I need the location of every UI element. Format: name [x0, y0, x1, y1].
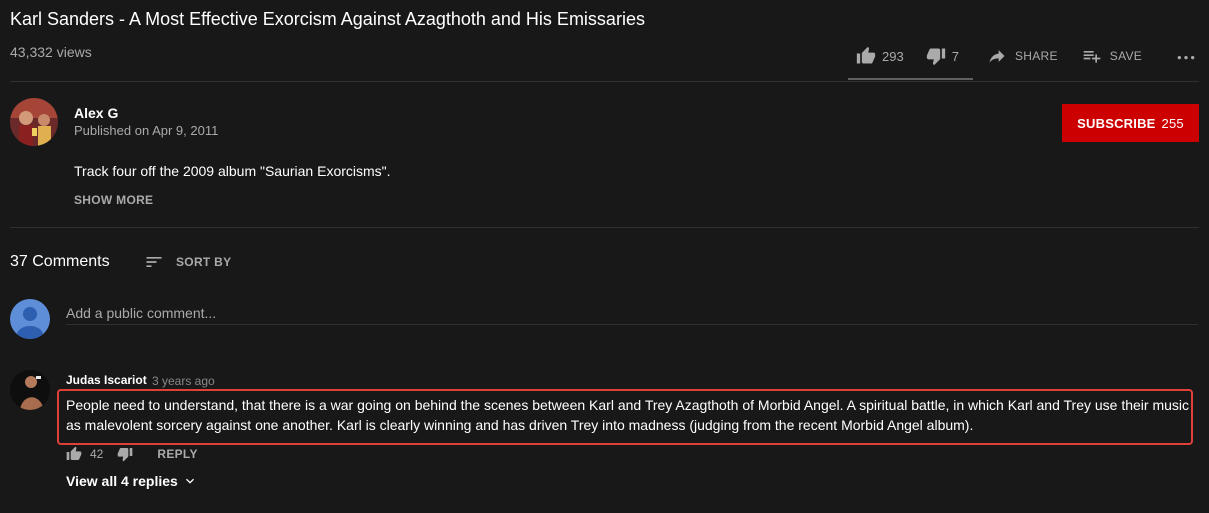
- thumb-down-icon: [118, 448, 133, 462]
- comment-actions: 42 REPLY: [66, 446, 198, 462]
- add-comment-input[interactable]: [66, 301, 1198, 325]
- share-label: SHARE: [1014, 49, 1058, 63]
- more-icon: [1177, 56, 1195, 60]
- like-button[interactable]: 293: [856, 42, 904, 70]
- thumb-down-icon: [926, 48, 945, 66]
- dislike-count: 7: [951, 48, 959, 64]
- more-actions-button[interactable]: [1176, 42, 1196, 70]
- save-button[interactable]: SAVE: [1082, 42, 1142, 70]
- sort-icon: [146, 257, 162, 267]
- share-button[interactable]: SHARE: [987, 42, 1058, 70]
- publish-date: Published on Apr 9, 2011: [74, 123, 219, 138]
- user-avatar: [10, 299, 50, 339]
- share-icon: [989, 50, 1005, 63]
- show-more-button[interactable]: SHOW MORE: [74, 193, 153, 207]
- divider: [10, 227, 1199, 228]
- comment-dislike-button[interactable]: [117, 446, 133, 462]
- comment-like-count: 42: [90, 447, 104, 461]
- comment-timestamp[interactable]: 3 years ago: [152, 374, 215, 388]
- comment-author[interactable]: Judas Iscariot: [66, 373, 147, 387]
- channel-name[interactable]: Alex G: [74, 105, 118, 121]
- comment-author-avatar[interactable]: [10, 370, 50, 410]
- dislike-button[interactable]: 7: [926, 42, 959, 70]
- sort-label: SORT BY: [176, 255, 232, 269]
- view-replies-label: View all 4 replies: [66, 473, 178, 489]
- video-description: Track four off the 2009 album "Saurian E…: [74, 163, 391, 179]
- subscribe-button[interactable]: SUBSCRIBE 255: [1062, 104, 1199, 142]
- channel-avatar[interactable]: [10, 98, 58, 146]
- video-actions: 293 7 SHARE SAVE: [848, 42, 1196, 70]
- thumb-up-icon: [856, 46, 876, 64]
- comments-count: 37 Comments: [10, 253, 110, 270]
- playlist-add-icon: [1083, 51, 1101, 63]
- like-count: 293: [882, 48, 904, 64]
- thumb-up-icon[interactable]: [66, 446, 82, 462]
- view-count: 43,332 views: [10, 44, 92, 60]
- subscribe-label: SUBSCRIBE: [1077, 115, 1156, 131]
- subscriber-count: 255: [1161, 115, 1184, 131]
- sentiment-bar: [848, 78, 973, 80]
- view-replies-button[interactable]: View all 4 replies: [66, 473, 198, 489]
- video-title: Karl Sanders - A Most Effective Exorcism…: [10, 9, 645, 29]
- sort-by-button[interactable]: SORT BY: [144, 252, 231, 272]
- comment-text: People need to understand, that there is…: [66, 397, 1190, 433]
- chevron-down-icon: [185, 478, 194, 484]
- save-label: SAVE: [1109, 49, 1143, 63]
- divider: [10, 81, 1199, 82]
- reply-button[interactable]: REPLY: [157, 447, 197, 461]
